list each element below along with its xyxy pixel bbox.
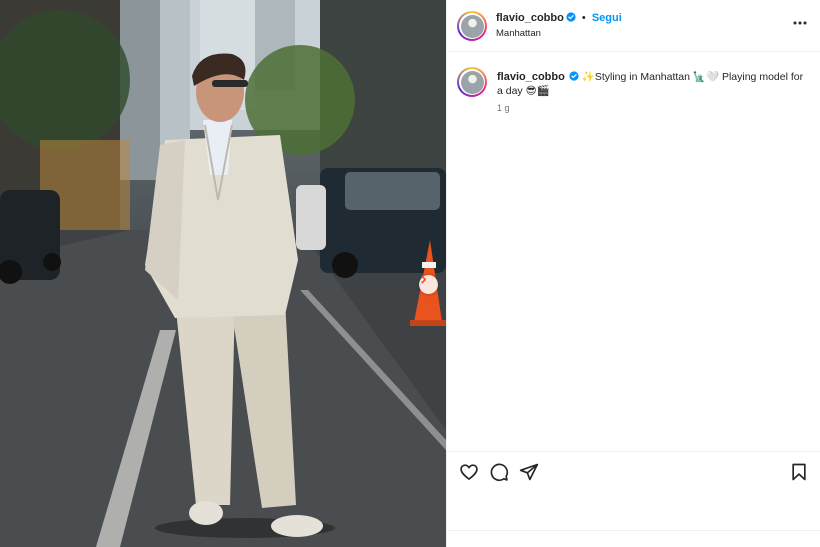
verified-badge-icon bbox=[566, 12, 576, 22]
share-button[interactable] bbox=[519, 462, 539, 482]
comment-button[interactable] bbox=[489, 462, 509, 482]
caption-avatar[interactable] bbox=[457, 67, 487, 97]
like-button[interactable] bbox=[459, 462, 479, 482]
more-options-icon bbox=[793, 21, 807, 25]
action-bar bbox=[447, 451, 820, 491]
follow-button[interactable]: Segui bbox=[592, 12, 622, 24]
save-button[interactable] bbox=[789, 462, 809, 482]
post-side-panel: flavio_cobbo • Segui Manhattan flavio_co… bbox=[446, 0, 820, 547]
heart-icon bbox=[460, 464, 478, 480]
verified-badge-icon bbox=[569, 71, 579, 81]
post-timestamp[interactable]: 1 g bbox=[497, 103, 510, 113]
header-user-line: flavio_cobbo • Segui bbox=[496, 12, 622, 24]
post-header: flavio_cobbo • Segui Manhattan bbox=[447, 0, 820, 52]
separator-dot: • bbox=[581, 12, 586, 24]
divider bbox=[447, 530, 820, 531]
chevron-right-icon bbox=[421, 275, 427, 284]
caption-username-link[interactable]: flavio_cobbo bbox=[497, 71, 565, 83]
post-image bbox=[0, 0, 446, 547]
location-link[interactable]: Manhattan bbox=[496, 28, 541, 39]
next-photo-button[interactable] bbox=[419, 275, 438, 294]
paper-plane-icon bbox=[519, 463, 539, 481]
username-link[interactable]: flavio_cobbo bbox=[496, 12, 564, 24]
post-caption: flavio_cobbo ✨Styling in Manhattan 🗽🤍 Pl… bbox=[497, 70, 807, 98]
bookmark-icon bbox=[792, 463, 806, 481]
more-options-button[interactable] bbox=[793, 16, 807, 30]
avatar[interactable] bbox=[457, 11, 487, 41]
post-photo bbox=[0, 0, 446, 547]
comment-icon bbox=[490, 463, 509, 482]
